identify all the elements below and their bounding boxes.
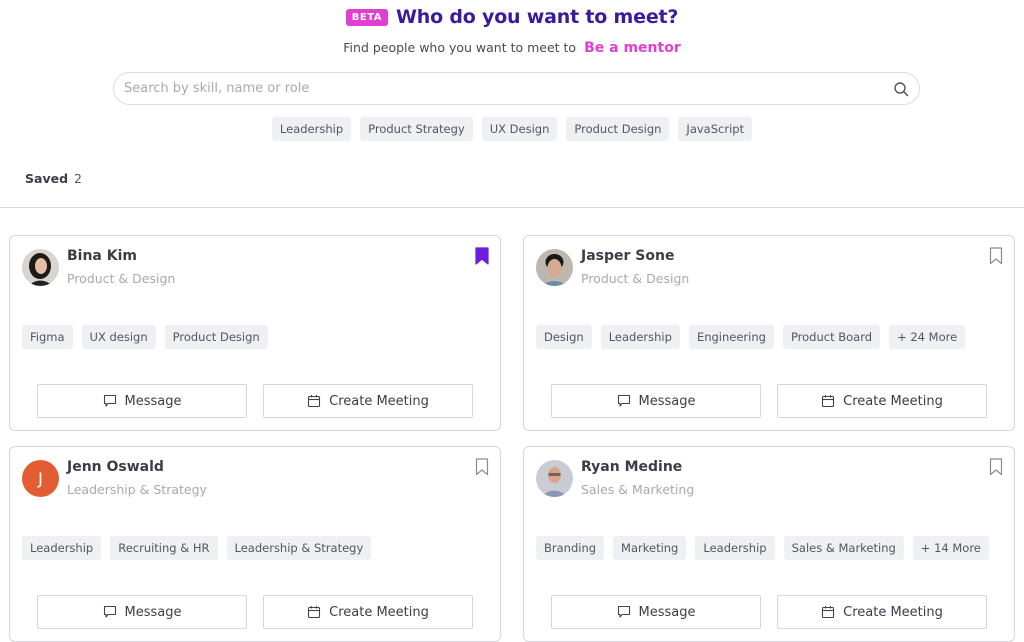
skill-tag: Marketing [613, 536, 687, 560]
create-meeting-button[interactable]: Create Meeting [263, 595, 473, 629]
skill-tag: Leadership [695, 536, 775, 560]
suggested-skill-chips: Leadership Product Strategy UX Design Pr… [0, 117, 1024, 141]
avatar-photo-icon [536, 460, 573, 497]
message-button-label: Message [124, 393, 182, 409]
avatar [536, 460, 573, 497]
person-card: Bina Kim Product & Design Figma UX desig… [9, 235, 501, 431]
chat-bubble-icon [617, 605, 630, 618]
search-icon[interactable] [893, 81, 909, 97]
person-name[interactable]: Bina Kim [67, 248, 137, 264]
create-meeting-button-label: Create Meeting [843, 604, 943, 620]
avatar-initial: J [38, 469, 43, 488]
person-card: Jasper Sone Product & Design Design Lead… [523, 235, 1015, 431]
skill-tag: Engineering [688, 325, 774, 349]
person-role: Sales & Marketing [581, 482, 695, 497]
skill-tags: Design Leadership Engineering Product Bo… [536, 325, 966, 349]
section-divider [0, 207, 1024, 208]
bookmark-filled-icon[interactable] [475, 247, 489, 265]
message-button[interactable]: Message [37, 595, 247, 629]
be-a-mentor-link[interactable]: Be a mentor [584, 40, 681, 56]
calendar-icon [308, 395, 321, 408]
search-input[interactable] [124, 81, 893, 96]
chat-bubble-icon [103, 394, 116, 407]
avatar: J [22, 460, 59, 497]
avatar-photo-icon [22, 249, 59, 286]
create-meeting-button-label: Create Meeting [329, 393, 429, 409]
skill-tag: Leadership & Strategy [226, 536, 372, 560]
skill-tag: Recruiting & HR [110, 536, 218, 560]
skill-tag: Product Board [782, 325, 881, 349]
skill-tag: Sales & Marketing [783, 536, 904, 560]
skill-tag: UX design [81, 325, 156, 349]
chip-product-strategy[interactable]: Product Strategy [360, 117, 473, 141]
skill-tags: Branding Marketing Leadership Sales & Ma… [536, 536, 989, 560]
skill-tag: Design [536, 325, 592, 349]
avatar-photo-icon [536, 249, 573, 286]
message-button[interactable]: Message [551, 595, 761, 629]
skill-tag: Figma [22, 325, 73, 349]
create-meeting-button[interactable]: Create Meeting [777, 595, 987, 629]
saved-filter[interactable]: Saved 2 [25, 171, 82, 186]
chip-leadership[interactable]: Leadership [271, 117, 352, 141]
skill-tag: Leadership [22, 536, 102, 560]
beta-badge: BETA [345, 8, 388, 26]
saved-count: 2 [74, 171, 82, 186]
create-meeting-button-label: Create Meeting [843, 393, 943, 409]
subtitle: Find people who you want to meet to [343, 40, 577, 55]
bookmark-outline-icon[interactable] [475, 458, 489, 476]
chat-bubble-icon [617, 394, 630, 407]
chip-javascript[interactable]: JavaScript [678, 117, 753, 141]
saved-label: Saved [25, 171, 69, 186]
message-button-label: Message [638, 393, 696, 409]
skill-tag: Branding [536, 536, 605, 560]
skill-tag: Product Design [164, 325, 268, 349]
create-meeting-button-label: Create Meeting [329, 604, 429, 620]
calendar-icon [308, 606, 321, 619]
message-button[interactable]: Message [37, 384, 247, 418]
calendar-icon [822, 395, 835, 408]
message-button-label: Message [124, 604, 182, 620]
skill-tags: Leadership Recruiting & HR Leadership & … [22, 536, 372, 560]
subtitle-row: Find people who you want to meet to Be a… [0, 40, 1024, 56]
person-card: J Jenn Oswald Leadership & Strategy Lead… [9, 446, 501, 642]
person-card: Ryan Medine Sales & Marketing Branding M… [523, 446, 1015, 642]
bookmark-outline-icon[interactable] [989, 247, 1003, 265]
person-role: Leadership & Strategy [67, 482, 207, 497]
skill-tags: Figma UX design Product Design [22, 325, 268, 349]
calendar-icon [822, 606, 835, 619]
person-role: Product & Design [581, 271, 690, 286]
message-button[interactable]: Message [551, 384, 761, 418]
avatar [536, 249, 573, 286]
bookmark-outline-icon[interactable] [989, 458, 1003, 476]
create-meeting-button[interactable]: Create Meeting [263, 384, 473, 418]
chip-ux-design[interactable]: UX Design [481, 117, 558, 141]
message-button-label: Message [638, 604, 696, 620]
skill-tag: Leadership [600, 325, 680, 349]
page-title: Who do you want to meet? [396, 6, 679, 28]
person-role: Product & Design [67, 271, 176, 286]
chat-bubble-icon [103, 605, 116, 618]
person-name[interactable]: Ryan Medine [581, 459, 682, 475]
person-name[interactable]: Jenn Oswald [67, 459, 164, 475]
search-bar[interactable] [113, 72, 920, 105]
more-tags[interactable]: + 14 More [912, 536, 989, 560]
more-tags[interactable]: + 24 More [889, 325, 966, 349]
title-row: BETA Who do you want to meet? [0, 6, 1024, 28]
avatar [22, 249, 59, 286]
person-name[interactable]: Jasper Sone [581, 248, 674, 264]
create-meeting-button[interactable]: Create Meeting [777, 384, 987, 418]
chip-product-design[interactable]: Product Design [566, 117, 670, 141]
